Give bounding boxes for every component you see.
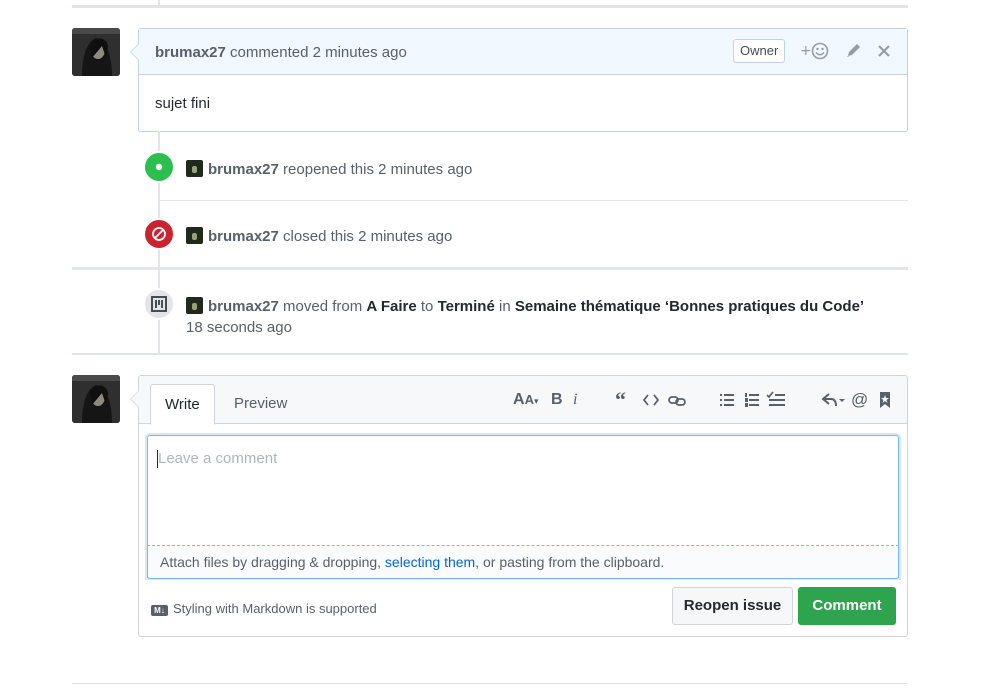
- divider: [160, 200, 908, 201]
- event-closed: brumax27 closed this 2 minutes ago: [186, 227, 452, 245]
- dot-icon: [155, 163, 163, 171]
- svg-text:+: +: [800, 43, 812, 59]
- attach-text: , or pasting from the clipboard.: [475, 554, 665, 570]
- project-badge: [143, 288, 175, 320]
- project-icon: [151, 296, 167, 312]
- markdown-icon: M↓: [151, 605, 168, 616]
- editor-tabbar: Write Preview AA▾ B i “ @: [139, 376, 907, 425]
- event-text: reopened this 2 minutes ago: [283, 161, 473, 178]
- event-author[interactable]: brumax27: [208, 161, 279, 178]
- event-reopened: brumax27 reopened this 2 minutes ago: [186, 160, 472, 178]
- mini-avatar[interactable]: [186, 227, 203, 244]
- comment-button[interactable]: Comment: [798, 587, 896, 625]
- code-icon[interactable]: [642, 390, 660, 416]
- owner-badge: Owner: [733, 39, 786, 63]
- author-avatar[interactable]: [72, 28, 120, 76]
- comment-meta: brumax27 commented 2 minutes ago: [155, 44, 407, 61]
- comment-header: brumax27 commented 2 minutes ago Owner +: [139, 29, 907, 75]
- event-author[interactable]: brumax27: [208, 228, 279, 245]
- markdown-text: Styling with Markdown is supported: [173, 601, 377, 616]
- bold-icon[interactable]: B: [551, 390, 563, 410]
- comment-author[interactable]: brumax27: [155, 44, 226, 61]
- mention-icon[interactable]: @: [851, 390, 868, 410]
- column-to: Terminé: [437, 298, 495, 315]
- event-author[interactable]: brumax27: [208, 298, 279, 315]
- reopen-issue-button[interactable]: Reopen issue: [672, 587, 793, 625]
- italic-icon[interactable]: i: [573, 390, 577, 410]
- task-list-icon[interactable]: [766, 390, 786, 416]
- comment-placeholder: Leave a comment: [158, 450, 278, 467]
- reopened-badge: [143, 151, 175, 183]
- column-from: A Faire: [366, 298, 417, 315]
- event-text: moved from: [283, 298, 363, 315]
- event-text: closed this 2 minutes ago: [283, 228, 453, 245]
- unordered-list-icon[interactable]: [719, 390, 735, 416]
- ordered-list-icon[interactable]: [744, 390, 760, 416]
- closed-badge: [143, 218, 175, 250]
- quote-icon[interactable]: “: [615, 389, 626, 411]
- timeline-divider: [72, 267, 908, 270]
- tab-preview[interactable]: Preview: [220, 384, 301, 425]
- comment-action[interactable]: commented 2 minutes ago: [230, 44, 407, 61]
- event-text: in: [499, 298, 511, 315]
- event-moved: brumax27 moved from A Faire to Terminé i…: [186, 297, 864, 315]
- pencil-icon[interactable]: [845, 41, 863, 66]
- current-user-avatar[interactable]: [72, 375, 120, 423]
- project-link[interactable]: Semaine thématique ‘Bonnes pratiques du …: [515, 298, 864, 315]
- link-icon[interactable]: [667, 390, 687, 416]
- event-text: to: [420, 298, 434, 315]
- attach-files-bar[interactable]: Attach files by dragging & dropping, sel…: [147, 545, 899, 579]
- markdown-note[interactable]: M↓ Styling with Markdown is supported: [151, 601, 377, 616]
- comment-editor: Write Preview AA▾ B i “ @ Leave a commen: [130, 375, 908, 637]
- mini-avatar[interactable]: [186, 160, 203, 177]
- header-icon[interactable]: AA▾: [513, 390, 538, 411]
- comment-body: sujet fini: [155, 95, 211, 112]
- attach-text: Attach files by dragging & dropping,: [160, 554, 385, 570]
- tab-write[interactable]: Write: [150, 384, 215, 425]
- timeline-divider: [72, 5, 908, 8]
- bottom-divider: [72, 683, 908, 684]
- select-files-link[interactable]: selecting them: [385, 554, 475, 570]
- timeline-divider: [72, 353, 908, 355]
- close-icon[interactable]: [876, 41, 892, 66]
- event-time[interactable]: 18 seconds ago: [186, 319, 292, 336]
- circle-slash-icon: [152, 227, 166, 241]
- reply-icon[interactable]: [821, 390, 847, 416]
- add-reaction-icon[interactable]: +: [800, 41, 830, 66]
- comment-box: brumax27 commented 2 minutes ago Owner +…: [130, 28, 908, 132]
- bookmark-icon[interactable]: [878, 390, 892, 416]
- mini-avatar[interactable]: [186, 297, 203, 314]
